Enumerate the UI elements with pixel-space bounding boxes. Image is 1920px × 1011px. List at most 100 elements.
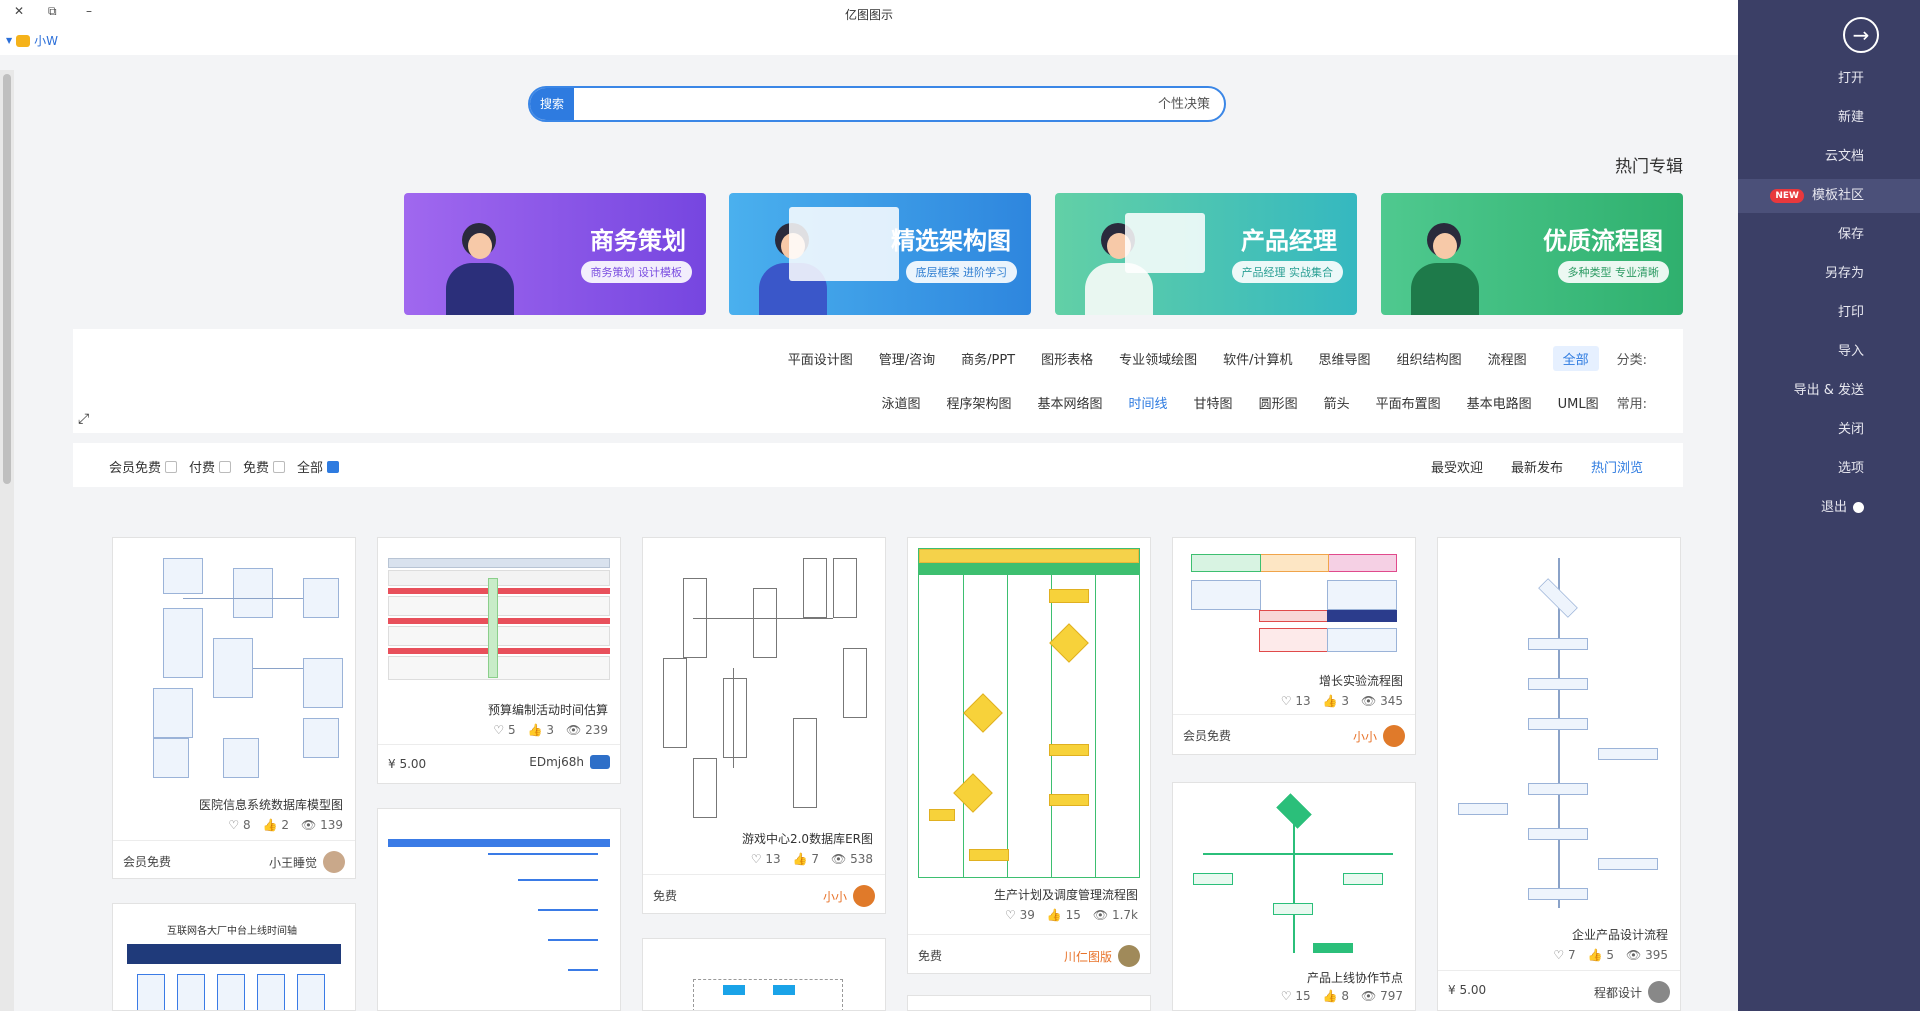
template-card[interactable]: 医院信息系统数据库模型图 👁 139 👍 2 ♡ 8 小王睡觉 会员免费: [112, 537, 356, 879]
figure-illustration: [1405, 219, 1485, 315]
card-footer: 小小 免费: [643, 874, 885, 913]
checkbox[interactable]: [327, 460, 340, 473]
sidebar-item-exit[interactable]: 退出: [1738, 491, 1920, 525]
sidebar-item-print[interactable]: 打印: [1738, 296, 1920, 330]
template-card[interactable]: 游戏中心2.0数据库ER图 👁 538 👍 7 ♡ 13 小小 免费: [642, 537, 886, 914]
views-count: 👁 538: [831, 852, 873, 866]
category-item[interactable]: 软件/计算机: [1223, 349, 1292, 371]
chevron-down-icon: ▼: [6, 36, 13, 45]
category-item[interactable]: 程序架构图: [947, 393, 1012, 412]
sidebar-item-save-as[interactable]: 另存为: [1738, 257, 1920, 291]
category-item[interactable]: 时间线: [1129, 393, 1168, 412]
sidebar-item-cloud[interactable]: 云文档: [1738, 140, 1920, 174]
search-button[interactable]: 搜索: [530, 88, 574, 120]
card-author[interactable]: 小王睡觉: [269, 851, 345, 873]
views-count: 👁 239: [566, 723, 608, 737]
card-author[interactable]: 程都设计: [1594, 981, 1670, 1003]
category-item[interactable]: UML图: [1558, 393, 1599, 412]
sidebar-item-template-community[interactable]: NEW 模板社区: [1738, 179, 1920, 213]
category-item[interactable]: 组织结构图: [1397, 349, 1462, 371]
sidebar-item-import[interactable]: 导入: [1738, 335, 1920, 369]
category-item[interactable]: 平面布置图: [1376, 393, 1441, 412]
sort-hot[interactable]: 热门浏览: [1591, 457, 1643, 476]
author-name: 川仁图版: [1063, 949, 1112, 964]
card-author[interactable]: 小小: [1353, 725, 1405, 747]
checkbox-label: 付费: [189, 461, 216, 476]
template-card[interactable]: 增长实验流程图 👁 345 👍 3 ♡ 13 小小 会员免费: [1172, 537, 1416, 755]
sort-options: 热门浏览 最新发布 最受欢迎: [1403, 457, 1643, 476]
template-card[interactable]: 生产计划及调度管理流程图 👁 1.7k 👍 15 ♡ 39 川仁图版 免费: [907, 537, 1151, 974]
template-card[interactable]: [377, 808, 621, 1011]
banner-architecture[interactable]: 精选架构图 底层框架 进阶学习: [729, 193, 1031, 315]
hot-albums-title: 热门专辑: [1615, 157, 1683, 177]
sidebar-item-save[interactable]: 保存: [1738, 218, 1920, 252]
card-price: ¥ 5.00: [388, 757, 427, 771]
favorites-count: ♡ 15: [1280, 989, 1311, 1003]
avatar: [590, 755, 610, 769]
card-stats: 👁 139 👍 2 ♡ 8: [228, 818, 343, 832]
sidebar-item-export[interactable]: 导出 & 发送: [1738, 374, 1920, 408]
likes-count: 👍 2: [262, 818, 290, 832]
banner-business[interactable]: 商务策划 商务策划 设计模板: [404, 193, 706, 315]
card-author[interactable]: 小小: [823, 885, 875, 907]
checkbox[interactable]: [219, 460, 232, 473]
template-thumbnail: [1183, 793, 1405, 963]
card-stats: 👁 239 👍 3 ♡ 5: [493, 723, 608, 737]
filter-member-free[interactable]: 会员免费: [109, 457, 178, 476]
avatar: [323, 851, 345, 873]
category-item[interactable]: 基本网络图: [1038, 393, 1103, 412]
vertical-scrollbar[interactable]: [0, 70, 14, 1011]
likes-count: 👍 5: [1587, 948, 1615, 962]
back-arrow-icon[interactable]: →: [1843, 17, 1879, 53]
card-price: ¥ 5.00: [1448, 983, 1487, 997]
figure-illustration: [440, 219, 520, 315]
category-item[interactable]: 甘特图: [1194, 393, 1233, 412]
card-author[interactable]: EDmj68h: [529, 755, 610, 769]
category-all[interactable]: 全部: [1552, 346, 1599, 371]
card-author[interactable]: 川仁图版: [1064, 945, 1140, 967]
category-item[interactable]: 思维导图: [1319, 349, 1371, 371]
template-thumbnail: [1183, 548, 1405, 662]
checkbox-label: 会员免费: [109, 461, 162, 476]
category-item[interactable]: 图形表格: [1041, 349, 1093, 371]
filter-free[interactable]: 免费: [243, 457, 286, 476]
expand-icon[interactable]: ⤢: [78, 412, 92, 426]
template-card[interactable]: 互联网各大厂中台上线时间轴: [112, 903, 356, 1011]
search-input[interactable]: [580, 92, 1210, 116]
checkbox[interactable]: [165, 460, 178, 473]
checkbox[interactable]: [273, 460, 286, 473]
template-card[interactable]: 产品上线协作节点 👁 797 👍 8 ♡ 15: [1172, 782, 1416, 1011]
template-card[interactable]: [642, 938, 886, 1011]
category-item[interactable]: 平面设计图: [788, 349, 853, 371]
template-card[interactable]: [907, 995, 1151, 1011]
template-card[interactable]: 企业产品设计流程 👁 395 👍 5 ♡ 7 程都设计 ¥ 5.00: [1437, 537, 1681, 1011]
sidebar-item-close[interactable]: 关闭: [1738, 413, 1920, 447]
category-item[interactable]: 流程图: [1488, 349, 1527, 371]
category-item[interactable]: 基本电路图: [1467, 393, 1532, 412]
sort-popular[interactable]: 最受欢迎: [1431, 457, 1483, 476]
template-card[interactable]: 预算编制活动时间估算 👁 239 👍 3 ♡ 5 EDmj68h ¥ 5.00: [377, 537, 621, 784]
category-item[interactable]: 管理/咨询: [879, 349, 935, 371]
category-item[interactable]: 泳道图: [881, 393, 920, 412]
sidebar-item-open[interactable]: 打开: [1738, 62, 1920, 96]
scrollbar-thumb[interactable]: [3, 74, 11, 484]
sidebar-item-options[interactable]: 选项: [1738, 452, 1920, 486]
category-item[interactable]: 箭头: [1324, 393, 1350, 412]
banner-subtitle: 多种类型 专业清晰: [1557, 261, 1669, 283]
banner-flowchart[interactable]: 优质流程图 多种类型 专业清晰: [1381, 193, 1683, 315]
banner-product-manager[interactable]: 产品经理 产品经理 实战集合: [1055, 193, 1357, 315]
filter-all[interactable]: 全部: [297, 457, 340, 476]
user-menu[interactable]: ▼ 小W: [6, 32, 58, 49]
filter-paid[interactable]: 付费: [189, 457, 232, 476]
category-item[interactable]: 商务/PPT: [961, 349, 1015, 371]
author-name: 小小: [822, 889, 847, 904]
category-item[interactable]: 圆形图: [1259, 393, 1298, 412]
sort-latest[interactable]: 最新发布: [1511, 457, 1563, 476]
likes-count: 👍 8: [1322, 989, 1350, 1003]
category-item[interactable]: 专业领域绘图: [1119, 349, 1197, 371]
sidebar-item-label: 模板社区: [1811, 188, 1864, 203]
sidebar-item-new[interactable]: 新建: [1738, 101, 1920, 135]
vip-crown-icon: [16, 34, 31, 47]
avatar: [853, 885, 875, 907]
favorites-count: ♡ 13: [750, 852, 781, 866]
